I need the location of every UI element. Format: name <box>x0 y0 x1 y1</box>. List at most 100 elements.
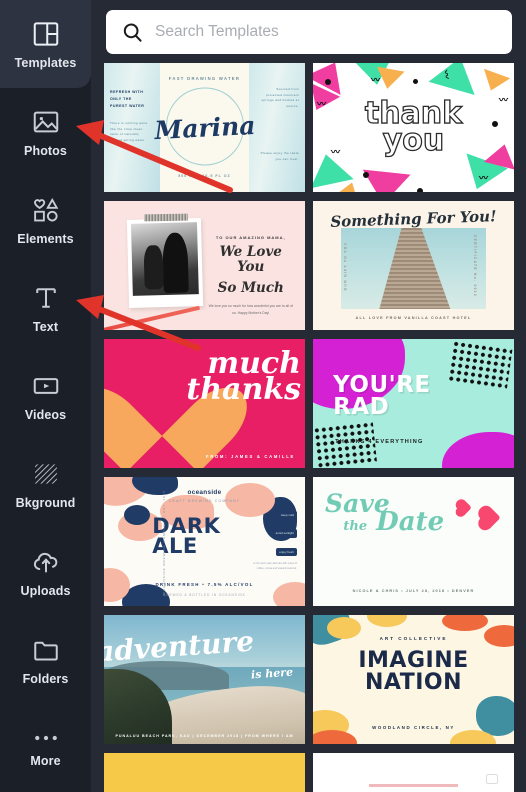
decor-blob-magenta-bottom <box>441 431 514 468</box>
sidebar-item-photos[interactable]: Photos <box>0 88 91 176</box>
template-grid: FAST DRAWING WATER Marina REFRESH WITH O… <box>101 63 518 792</box>
marina-left-body: There is nothing quite like the crisp cl… <box>110 121 148 143</box>
sidebar-item-elements[interactable]: Elements <box>0 176 91 264</box>
template-card-partial-white[interactable] <box>313 753 514 792</box>
sidebar-item-label: Templates <box>14 55 77 70</box>
marina-top-caption: FAST DRAWING WATER <box>168 76 241 81</box>
imagine-line2: NATION <box>364 669 463 695</box>
decor-line-1 <box>369 783 458 787</box>
ale-line2: ALE <box>152 534 198 559</box>
folders-icon <box>31 635 61 665</box>
sidebar-item-label: More <box>30 753 61 768</box>
building-photo <box>341 228 486 310</box>
ale-right-body: A rich and malty dark ale with notes of … <box>253 562 297 571</box>
ale-tag-1: keep cold <box>278 510 297 520</box>
thankyou-text: thank you <box>313 97 514 159</box>
imagine-kicker: ART COLLECTIVE <box>379 635 448 641</box>
sidebar-item-uploads[interactable]: Uploads <box>0 528 91 616</box>
more-icon <box>31 729 61 747</box>
save-word2: the <box>343 519 368 535</box>
much-line2: thanks <box>186 372 301 407</box>
sidebar-item-label: Uploads <box>20 583 71 598</box>
template-card-something-for-you[interactable]: Something For You! OUR GIFT TO YOU CERTI… <box>313 201 514 330</box>
template-card-dark-ale[interactable]: oceanside CRAFT BREWING COMPANY DARK ALE… <box>104 477 305 606</box>
marina-right-body: Sourced from protected mountain springs … <box>261 87 299 109</box>
template-card-we-love-you[interactable]: TO OUR AMAZING MAMA, We Love You So Much… <box>104 201 305 330</box>
template-card-thank-you[interactable]: 〰 〰 〰 〰 〰 〰 thank you <box>313 63 514 192</box>
sidebar-item-folders[interactable]: Folders <box>0 616 91 704</box>
text-icon <box>31 283 61 313</box>
marina-title: Marina <box>153 110 256 145</box>
polaroid-photo <box>131 222 200 296</box>
uploads-icon <box>31 547 61 577</box>
marina-left-heading: REFRESH WITH ONLY THE PUREST WATER <box>110 90 145 109</box>
background-icon <box>31 459 61 489</box>
sidebar-item-label: Text <box>32 319 59 334</box>
something-left-vertical: OUR GIFT TO YOU <box>343 241 348 290</box>
marina-bottom-caption: 500 ML / 16.9 FL OZ <box>178 174 231 178</box>
ale-brand: oceanside <box>187 488 222 496</box>
something-bottom-caption: ALL LOVE FROM VANILLA COAST HOTEL <box>355 315 472 320</box>
thankyou-art: 〰 〰 〰 〰 〰 〰 thank you <box>313 63 514 192</box>
ale-bottom-sub: BREWED & BOTTLED IN OCEANSIDE <box>163 592 246 597</box>
template-card-save-the-date[interactable]: Save the Date NICOLE & CHRIS • JULY 28, … <box>313 477 514 606</box>
imagine-bottom-caption: WOODLAND CIRCLE, NY <box>372 724 455 730</box>
sidebar-item-text[interactable]: Text <box>0 264 91 352</box>
template-card-youre-rad[interactable]: YOU'RE RAD THANKS 4 EVERYTHING <box>313 339 514 468</box>
sidebar-item-more[interactable]: More <box>0 704 91 792</box>
welove-kicker: TO OUR AMAZING MAMA, <box>215 234 286 240</box>
sidebar-item-label: Bkground <box>15 495 76 510</box>
elements-icon <box>31 195 61 225</box>
adventure-bottom-caption: PUNALUU BEACH PARK, KAU | DECEMBER 2018 … <box>115 733 294 738</box>
ale-tag-2: avoid sunlight <box>272 529 297 538</box>
welove-body: We love you so much for how wonderful yo… <box>208 304 293 315</box>
rad-subtitle: THANKS 4 EVERYTHING <box>335 438 424 445</box>
thankyou-line2: you <box>382 123 445 159</box>
sidebar-item-bkground[interactable]: Bkground <box>0 440 91 528</box>
sidebar-item-templates[interactable]: Templates <box>0 0 91 88</box>
canva-editor-window: Templates Photos Elements Text Videos Bk… <box>0 0 526 792</box>
save-word3: Date <box>376 507 445 538</box>
ale-bottom: DRINK FRESH • 7.5% ALC/VOL <box>155 581 254 587</box>
ale-right-block: keep cold avoid sunlight enjoy fresh A r… <box>253 503 297 572</box>
ale-left-vertical: OCEANSIDE BREWING COMPANY — EST. 1976 <box>162 489 167 594</box>
decor-building <box>378 228 452 310</box>
left-sidebar: Templates Photos Elements Text Videos Bk… <box>0 0 91 792</box>
sidebar-item-label: Elements <box>17 231 74 246</box>
template-card-partial-yellow[interactable] <box>104 753 305 792</box>
template-card-marina[interactable]: FAST DRAWING WATER Marina REFRESH WITH O… <box>104 63 305 192</box>
templates-icon <box>31 19 61 49</box>
welove-line2: So Much <box>217 279 284 296</box>
something-right-vertical: CERTIFICATE No. 0012 <box>472 234 477 297</box>
decor-pencil <box>104 306 200 330</box>
sidebar-item-videos[interactable]: Videos <box>0 352 91 440</box>
search-bar[interactable] <box>106 10 512 54</box>
marina-right-body-2: Please enjoy the taste you can trust. <box>260 151 299 161</box>
decor-tape <box>144 213 189 222</box>
much-thanks-text: much thanks <box>140 348 301 407</box>
templates-panel: FAST DRAWING WATER Marina REFRESH WITH O… <box>91 0 526 792</box>
decor-polaroid <box>126 218 204 308</box>
adventure-word2: is here <box>250 665 294 682</box>
much-from: FROM: JAMES & CAMILLE <box>205 453 295 459</box>
photos-icon <box>31 107 61 137</box>
ale-tag-3: enjoy fresh <box>276 547 297 557</box>
template-card-adventure[interactable]: adventure is here PUNALUU BEACH PARK, KA… <box>104 615 305 744</box>
sidebar-item-label: Videos <box>24 407 67 422</box>
save-the-date-text: Save the Date <box>325 491 478 538</box>
welove-line1: We Love You <box>219 243 282 276</box>
template-card-imagine-nation[interactable]: ART COLLECTIVE IMAGINE NATION WOODLAND C… <box>313 615 514 744</box>
sidebar-item-label: Folders <box>22 671 69 686</box>
decor-speckles-top <box>447 340 513 390</box>
videos-icon <box>31 371 61 401</box>
decor-heart-large <box>480 507 501 528</box>
rad-line2: RAD <box>333 393 390 420</box>
save-bottom-caption: NICOLE & CHRIS • JULY 28, 2018 • DENVER <box>352 589 475 594</box>
imagine-title: IMAGINE NATION <box>313 649 514 695</box>
decor-box <box>485 773 498 784</box>
sidebar-item-label: Photos <box>24 143 67 158</box>
search-input[interactable] <box>155 23 497 41</box>
search-icon <box>121 21 144 44</box>
template-card-much-thanks[interactable]: much thanks FROM: JAMES & CAMILLE <box>104 339 305 468</box>
rad-text: YOU'RE RAD <box>333 374 431 420</box>
